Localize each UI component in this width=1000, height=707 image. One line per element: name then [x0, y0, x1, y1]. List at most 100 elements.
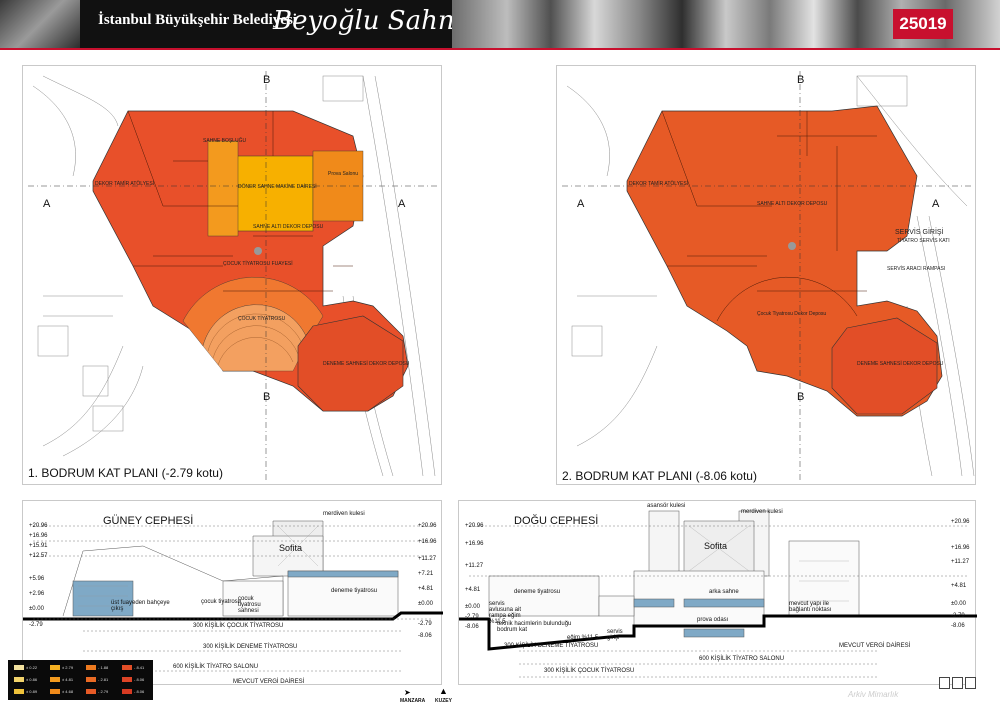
level-mark: +12.57 — [29, 553, 48, 559]
legend-label: - 8.41 — [134, 665, 145, 670]
room-label: ÇOCUK TİYATROSU — [238, 316, 286, 322]
level-mark: -8.06 — [418, 633, 432, 639]
dogu-section-2: 600 KİŞİLİK TİYATRO SALONU — [699, 656, 785, 662]
guney-cocuk-sahne: çocuk tiyatrosu sahnesi — [238, 596, 261, 614]
dogu-deneme: deneme tiyatrosu — [514, 589, 561, 595]
plan-1-section-b-top: B — [263, 74, 271, 86]
level-mark: +20.96 — [465, 523, 484, 529]
dogu-servis: servis girişi — [607, 629, 623, 641]
level-mark: +11.27 — [465, 563, 484, 569]
room-label: DEKOR TAMİR ATÖLYESİ — [629, 181, 689, 187]
dogu-section-1: 300 KİŞİLİK DENEME TİYATROSU — [504, 643, 599, 649]
legend-swatch — [14, 677, 24, 682]
legend-label: ± 0.22 — [26, 665, 38, 670]
guney-deneme: deneme tiyatrosu — [331, 588, 378, 594]
room-label: SAHNE ALTI DEKOR DEPOSU — [253, 224, 324, 230]
level-mark: ±0.00 — [465, 604, 480, 610]
room-label: SAHNE BOŞLUĞU — [203, 138, 247, 144]
plan-1-section-a-right: A — [398, 198, 406, 210]
dogu-section-4: MEVCUT VERGİ DAİRESİ — [839, 643, 911, 649]
level-mark: +4.81 — [465, 587, 481, 593]
level-mark: -2.79 — [418, 621, 432, 627]
legend-label: - 2.81 — [98, 677, 109, 682]
level-mark: +20.96 — [951, 519, 970, 525]
header-red-rule — [0, 48, 1000, 50]
footer-boxes — [939, 676, 979, 690]
legend-label: - 8.06 — [134, 677, 145, 682]
legend-swatch — [50, 689, 60, 694]
plan-2-section-b-bottom: B — [797, 391, 805, 403]
dogu-prova: prova odası — [697, 617, 729, 623]
dogu-asansor: asansör kulesi — [647, 503, 686, 509]
legend-swatch — [122, 665, 132, 670]
level-mark: -8.06 — [465, 624, 479, 630]
legend-swatch — [14, 689, 24, 694]
level-mark: -2.79 — [465, 614, 479, 620]
dogu-merdiven: merdiven kulesi — [741, 509, 783, 515]
legend-swatch — [50, 677, 60, 682]
legend-label: ± 0.89 — [26, 689, 38, 694]
guney-elevation-sheet: GÜNEY CEPHESİ Sofita merdiven kulesi den… — [22, 500, 443, 685]
level-mark: +11.27 — [418, 556, 437, 562]
level-mark: +4.81 — [418, 586, 434, 592]
room-label: Prova Salonu — [328, 171, 359, 177]
level-mark: +20.96 — [29, 523, 48, 529]
room-label: DÖNER SAHNE MAKİNE DAİRESİ — [238, 184, 317, 190]
manzara-arrow-icon: ➤ — [404, 688, 411, 697]
room-label: SERVİS ARACI RAMPASI — [887, 266, 946, 272]
plan-1-section-a-left: A — [43, 198, 51, 210]
plan-2-section-a-left: A — [577, 198, 585, 210]
plan-1-title: 1. BODRUM KAT PLANI (-2.79 kotu) — [28, 466, 223, 480]
level-mark: ±0.00 — [29, 606, 44, 612]
org-name: İstanbul Büyükşehir Belediyesi — [98, 12, 297, 28]
dogu-elevation-sheet: DOĞU CEPHESİ Sofita asansör kulesi merdi… — [458, 500, 977, 685]
guney-merdiven: merdiven kulesi — [323, 511, 365, 517]
competition-board: İstanbul Büyükşehir Belediyesi Beyoğlu S… — [0, 0, 1000, 707]
level-mark: +2.96 — [29, 591, 45, 597]
level-mark: +7.21 — [418, 571, 434, 577]
legend-swatch — [86, 689, 96, 694]
legend-label: ± 4.68 — [62, 689, 74, 694]
dogu-section-3: 300 KİŞİLİK ÇOCUK TİYATROSU — [544, 668, 635, 674]
guney-section-4: MEVCUT VERGİ DAİRESİ — [233, 679, 305, 685]
room-label: SERVİS GİRİŞİ — [895, 229, 944, 236]
level-mark: -2.79 — [29, 622, 43, 628]
level-mark: +4.81 — [951, 583, 967, 589]
level-mark: ±0.00 — [951, 601, 966, 607]
room-label: DENEME SAHNESİ DEKOR DEPOSU — [857, 361, 944, 367]
room-label: Çocuk Tiyatrosu Dekor Deposu — [757, 311, 827, 317]
level-mark: +15.91 — [29, 543, 48, 549]
dogu-arka: arka sahne — [709, 589, 739, 595]
level-mark: +16.96 — [465, 541, 484, 547]
header-banner: İstanbul Büyükşehir Belediyesi Beyoğlu S… — [0, 0, 1000, 48]
level-mark: +16.96 — [29, 533, 48, 539]
legend-label: ± 2.79 — [62, 665, 74, 670]
room-label: DEKOR TAMİR ATÖLYESİ — [95, 181, 155, 187]
level-mark: -8.06 — [951, 623, 965, 629]
legend-swatch — [86, 677, 96, 682]
entry-code: 25019 — [893, 9, 953, 39]
plan-1-stage — [232, 155, 314, 232]
plan-2-section-a-right: A — [932, 198, 940, 210]
room-label: ÇOCUK TİYATROSU FUAYESİ — [223, 261, 293, 267]
level-mark: +11.27 — [951, 559, 970, 565]
footer-watermark: Arkiv Mimarlık — [848, 690, 899, 699]
plan-2-sheet: A A B B DEKOR TAMİR ATÖLYESİ SAHNE ALTI … — [556, 65, 976, 485]
guney-elevation-drawing — [23, 520, 443, 672]
legend-label: - 2.79 — [98, 689, 109, 694]
level-mark: +16.96 — [951, 545, 970, 551]
legend-label: ± 0.86 — [26, 677, 38, 682]
legend-swatch — [50, 665, 60, 670]
kuzey-label: KUZEY — [435, 698, 452, 704]
guney-title: GÜNEY CEPHESİ — [103, 515, 194, 527]
plan-1-sheet: A A B B DEKOR TAMİR ATÖLYESİ SAHNE BOŞLU… — [22, 65, 442, 485]
level-mark: -2.79 — [951, 613, 965, 619]
dogu-servis-rampa: servis avlusuna ait rampa eğim %11.5 — [489, 601, 522, 625]
plan-2-section-b-top: B — [797, 74, 805, 86]
plan-2-drawing — [562, 71, 975, 481]
legend-label: - 1.88 — [98, 665, 109, 670]
plan-1-drawing — [28, 71, 438, 481]
level-legend: ± 0.22 ± 0.86 ± 0.89 ± 2.79 ± 4.81 ± 4.6… — [8, 660, 153, 700]
legend-swatch — [122, 677, 132, 682]
level-mark: +20.96 — [418, 523, 437, 529]
